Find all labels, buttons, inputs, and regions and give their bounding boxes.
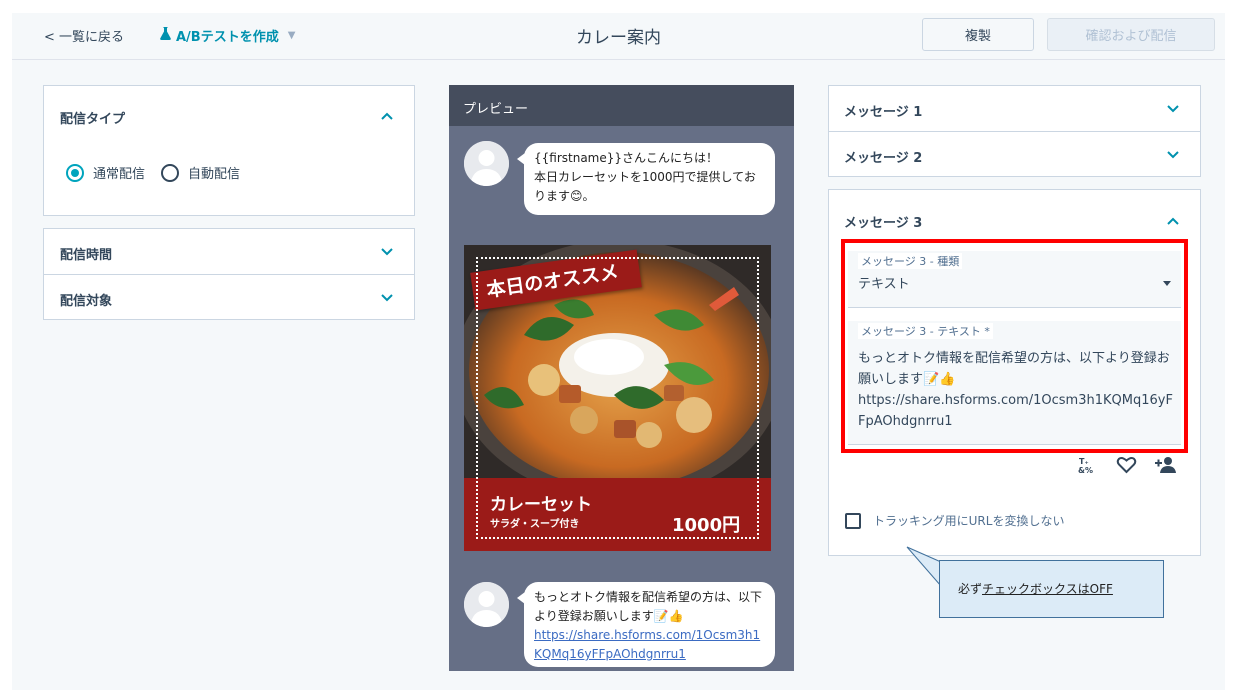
flask-icon [160,27,171,44]
ab-test-label: A/Bテストを作成 [176,30,279,45]
preview-bubble-1: {{firstname}}さんこんにちは！ 本日カレーセットを1000円で提供し… [517,143,775,215]
tracking-url-option: トラッキング用にURLを変換しない [845,512,1064,529]
delivery-time-section[interactable]: 配信時間 [44,229,414,274]
chevron-down-icon[interactable] [380,293,394,303]
message-3-panel: メッセージ 3 メッセージ 3 - 種類 テキスト メッセージ 3 - テキスト… [828,189,1201,556]
message-type-select[interactable]: メッセージ 3 - 種類 テキスト [848,251,1181,308]
bubble-1-line-1: {{firstname}}さんこんにちは！ [534,151,719,165]
preview-title: プレビュー [449,85,794,126]
delivery-target-section[interactable]: 配信対象 [44,274,414,319]
svg-text:&%: &% [1078,466,1093,475]
message-text-field[interactable]: メッセージ 3 - テキスト * もっとオトク情報を配信希望の方は、以下より登録… [848,321,1181,445]
radio-auto-delivery[interactable] [161,163,180,182]
message-2-title: メッセージ 2 [844,151,923,166]
chevron-down-icon[interactable] [380,247,394,257]
personalization-token-icon[interactable]: T₊ &% [1077,455,1098,475]
message-preview: プレビュー {{firstname}}さんこんにちは！ 本日カレーセットを100… [449,85,794,671]
message-text-input[interactable]: もっとオトク情報を配信希望の方は、以下より登録お願いします📝👍 https://… [858,348,1176,432]
card-product-subtitle: サラダ・スープ付き [490,519,580,530]
preview-image-card: 本日のオススメ カレーセット サラダ・スープ付き 1000円 [464,245,771,551]
confirm-and-send-button[interactable]: 確認および配信 [1047,18,1215,51]
app-window: < 一覧に戻る A/Bテストを作成 ▼ カレー案内 複製 確認および配信 配信タ… [12,13,1225,690]
bubble-3-link[interactable]: https://share.hsforms.com/1Ocsm3h1KQMq16… [534,626,765,664]
message-list-panel: メッセージ 1 メッセージ 2 [828,85,1201,177]
delivery-target-title: 配信対象 [60,294,113,309]
add-contact-icon[interactable] [1155,455,1176,475]
message-text-label: メッセージ 3 - テキスト * [858,323,993,339]
heart-icon[interactable] [1116,455,1137,475]
back-to-list-link[interactable]: < 一覧に戻る [44,26,124,45]
delivery-type-title: 配信タイプ [60,112,126,127]
callout-emphasis: チェックボックスはOFF [982,582,1113,596]
message-text-line: もっとオトク情報を配信希望の方は、以下より登録お願いします📝👍 [858,351,1170,387]
radio-normal-delivery[interactable] [66,163,84,182]
top-bar: < 一覧に戻る A/Bテストを作成 ▼ カレー案内 複製 確認および配信 [12,13,1225,60]
radio-normal-label: 通常配信 [93,167,146,182]
message-text-url: https://share.hsforms.com/1Ocsm3h1KQMq16… [858,393,1173,429]
message-type-value: テキスト [858,277,910,292]
bubble-3-text: もっとオトク情報を配信希望の方は、以下より登録お願いします📝👍 [534,590,763,623]
tracking-url-checkbox[interactable] [845,512,861,529]
chevron-down-icon[interactable] [1166,104,1180,114]
caret-down-icon: ▼ [287,30,296,41]
radio-auto-label: 自動配信 [188,167,241,182]
message-1-title: メッセージ 1 [844,105,923,120]
text-toolbar: T₊ &% [1077,455,1176,475]
delivery-type-options: 通常配信 自動配信 [66,163,256,182]
message-type-label: メッセージ 3 - 種類 [858,253,963,269]
message-3-title: メッセージ 3 [844,216,923,231]
duplicate-button[interactable]: 複製 [922,18,1034,51]
chevron-down-icon[interactable] [1166,150,1180,160]
delivery-settings-panel: 配信時間 配信対象 [43,228,415,320]
chevron-up-icon[interactable] [380,111,394,121]
card-product-price: 1000円 [672,515,741,536]
card-product-name: カレーセット [490,495,592,515]
preview-bubble-3: もっとオトク情報を配信希望の方は、以下より登録お願いします📝👍 https://… [517,582,775,667]
tracking-url-label: トラッキング用にURLを変換しない [873,514,1065,528]
bubble-1-line-2: 本日カレーセットを1000円で提供しております😊。 [534,170,756,203]
caret-down-icon [1163,281,1171,286]
avatar [464,582,509,627]
delivery-time-title: 配信時間 [60,248,113,263]
delivery-type-panel: 配信タイプ 通常配信 自動配信 [43,85,415,216]
message-1-section[interactable]: メッセージ 1 [829,86,1200,131]
callout-prefix: 必ず [958,582,983,596]
avatar [464,141,509,186]
message-2-section[interactable]: メッセージ 2 [829,131,1200,176]
chevron-up-icon[interactable] [1166,216,1180,226]
create-ab-test-dropdown[interactable]: A/Bテストを作成 ▼ [160,26,295,45]
instruction-callout: 必ずチェックボックスはOFF [939,560,1164,618]
svg-text:T₊: T₊ [1079,457,1089,466]
